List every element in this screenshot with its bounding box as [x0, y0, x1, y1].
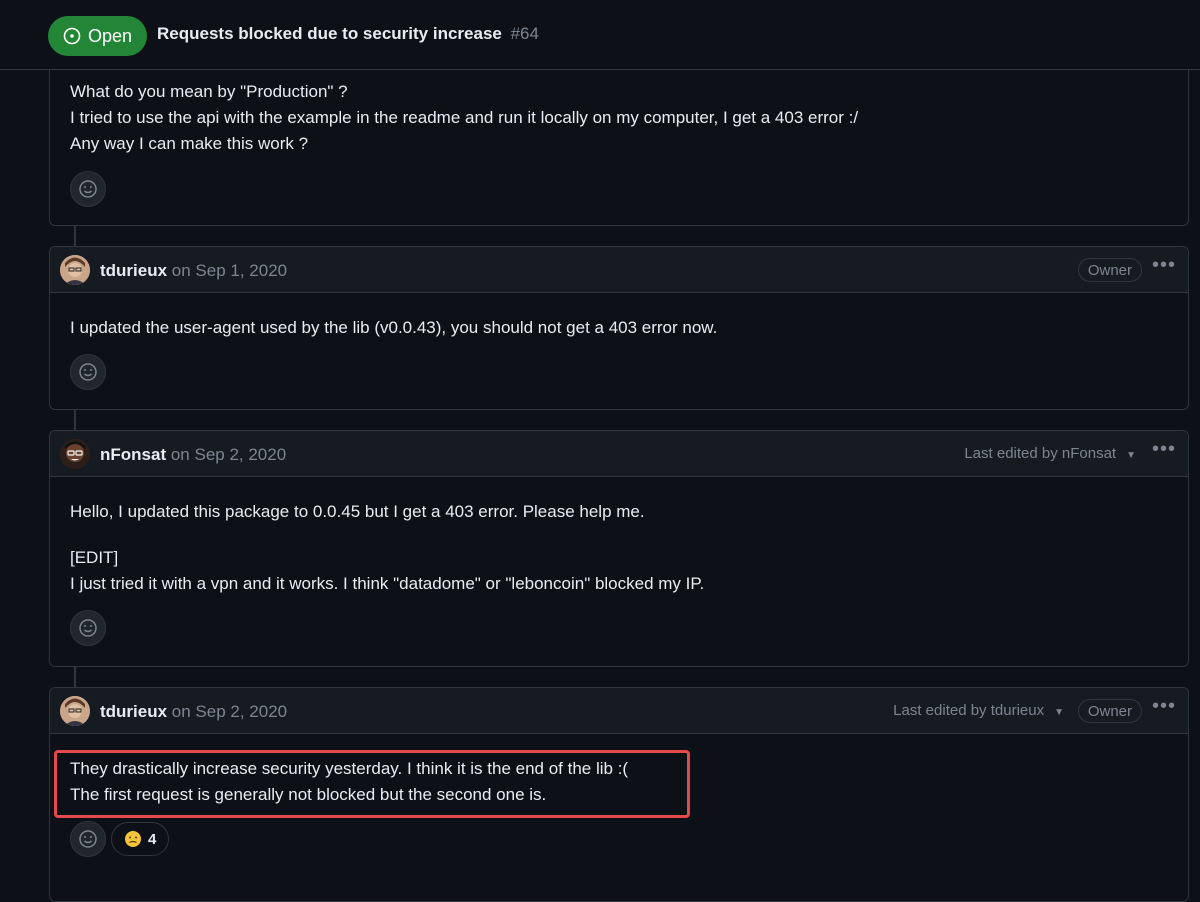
issue-header: Open Requests blocked due to security in…: [0, 0, 1200, 70]
smiley-icon: [79, 363, 97, 381]
add-reaction-button[interactable]: [70, 610, 106, 646]
comment-card: tdurieux on Sep 1, 2020 Owner ••• I upda…: [49, 246, 1189, 410]
state-label: Open: [87, 25, 133, 46]
avatar-image: [60, 255, 90, 285]
reaction-button[interactable]: 4: [111, 822, 170, 856]
edit-history-dropdown[interactable]: Last edited by nFonsat ▼: [964, 445, 1136, 462]
smiley-icon: [79, 830, 97, 848]
author-line: nFonsat on Sep 2, 2020: [100, 445, 286, 465]
smiley-icon: [79, 619, 97, 637]
comment-date[interactable]: on Sep 1, 2020: [172, 261, 287, 280]
avatar[interactable]: [60, 255, 90, 285]
comment-date[interactable]: on Sep 2, 2020: [171, 445, 286, 464]
add-reaction-button[interactable]: [70, 821, 106, 857]
comment-card: nFonsat on Sep 2, 2020 Last edited by nF…: [49, 430, 1189, 667]
avatar[interactable]: [60, 439, 90, 469]
highlight-annotation: [54, 750, 690, 818]
add-reaction-button[interactable]: [70, 171, 106, 207]
edited-label: Last edited by nFonsat: [964, 445, 1117, 462]
author-line: tdurieux on Sep 1, 2020: [100, 261, 287, 281]
add-reaction-button[interactable]: [70, 354, 106, 390]
comment-line: I updated the user-agent used by the lib…: [70, 318, 718, 337]
comment-card: What do you mean by "Production" ? I tri…: [49, 50, 1189, 226]
comment-header: tdurieux on Sep 1, 2020 Owner •••: [50, 247, 1188, 293]
comment-options-icon[interactable]: •••: [1152, 255, 1176, 281]
comment-line: Hello, I updated this package to 0.0.45 …: [70, 502, 645, 521]
edit-history-dropdown[interactable]: Last edited by tdurieux ▼: [893, 702, 1064, 719]
comment-header: tdurieux on Sep 2, 2020 Last edited by t…: [50, 688, 1188, 734]
edited-label: Last edited by tdurieux: [893, 702, 1045, 719]
confused-face-icon: [125, 831, 141, 847]
comment-body: I updated the user-agent used by the lib…: [70, 315, 717, 341]
comment-line: I just tried it with a vpn and it works.…: [70, 574, 705, 593]
author-line: tdurieux on Sep 2, 2020: [100, 702, 287, 722]
comment-body: What do you mean by "Production" ? I tri…: [70, 79, 858, 157]
owner-badge: Owner: [1077, 699, 1142, 723]
comment-options-icon[interactable]: •••: [1152, 439, 1176, 465]
issue-title-text: Requests blocked due to security increas…: [157, 24, 502, 43]
chevron-down-icon: ▼: [1054, 707, 1064, 718]
comment-date[interactable]: on Sep 2, 2020: [172, 702, 287, 721]
chevron-down-icon: ▼: [1126, 450, 1136, 461]
comment-line: I tried to use the api with the example …: [70, 108, 859, 127]
issue-title: Requests blocked due to security increas…: [157, 24, 539, 44]
comment-options-icon[interactable]: •••: [1152, 696, 1176, 722]
issue-open-icon: [63, 27, 81, 45]
owner-badge: Owner: [1077, 258, 1142, 282]
avatar-image: [60, 696, 90, 726]
comment-line: Any way I can make this work ?: [70, 134, 309, 153]
author-name[interactable]: tdurieux: [100, 702, 167, 721]
avatar-image: [60, 439, 90, 469]
comment-body: Hello, I updated this package to 0.0.45 …: [70, 499, 704, 597]
comment-line: What do you mean by "Production" ?: [70, 82, 348, 101]
avatar[interactable]: [60, 696, 90, 726]
author-name[interactable]: nFonsat: [100, 445, 166, 464]
smiley-icon: [79, 180, 97, 198]
reaction-count: 4: [148, 830, 157, 848]
author-name[interactable]: tdurieux: [100, 261, 167, 280]
issue-number[interactable]: #64: [511, 24, 539, 43]
open-state-badge: Open: [48, 16, 147, 56]
comment-line: [EDIT]: [70, 548, 119, 567]
comment-header: nFonsat on Sep 2, 2020 Last edited by nF…: [50, 431, 1188, 477]
